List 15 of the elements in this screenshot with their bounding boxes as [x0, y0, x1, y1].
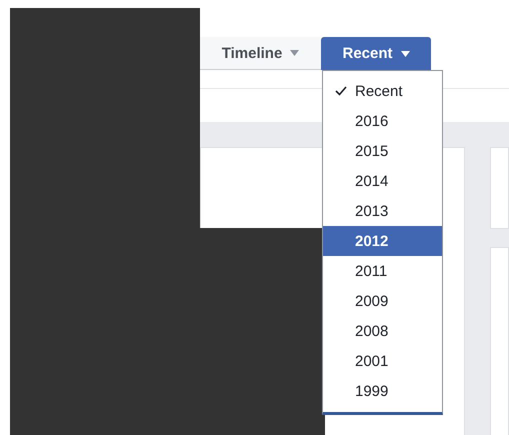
- menu-item[interactable]: 2014: [323, 166, 442, 196]
- menu-item[interactable]: 2008: [323, 316, 442, 346]
- menu-item[interactable]: 2013: [323, 196, 442, 226]
- menu-item[interactable]: 2001: [323, 346, 442, 376]
- caret-icon: [400, 50, 410, 56]
- menu-item[interactable]: 2015: [323, 136, 442, 166]
- menu-item[interactable]: 2012: [323, 226, 442, 256]
- filter-tab[interactable]: Timeline: [200, 37, 321, 70]
- filter-tab[interactable]: Recent: [321, 37, 431, 70]
- menu-item[interactable]: 1999: [323, 376, 442, 406]
- caret-icon: [290, 50, 300, 56]
- menu-item[interactable]: Recent: [323, 76, 442, 106]
- menu-item[interactable]: 2011: [323, 256, 442, 286]
- menu-item[interactable]: 2009: [323, 286, 442, 316]
- menu-item[interactable]: 2016: [323, 106, 442, 136]
